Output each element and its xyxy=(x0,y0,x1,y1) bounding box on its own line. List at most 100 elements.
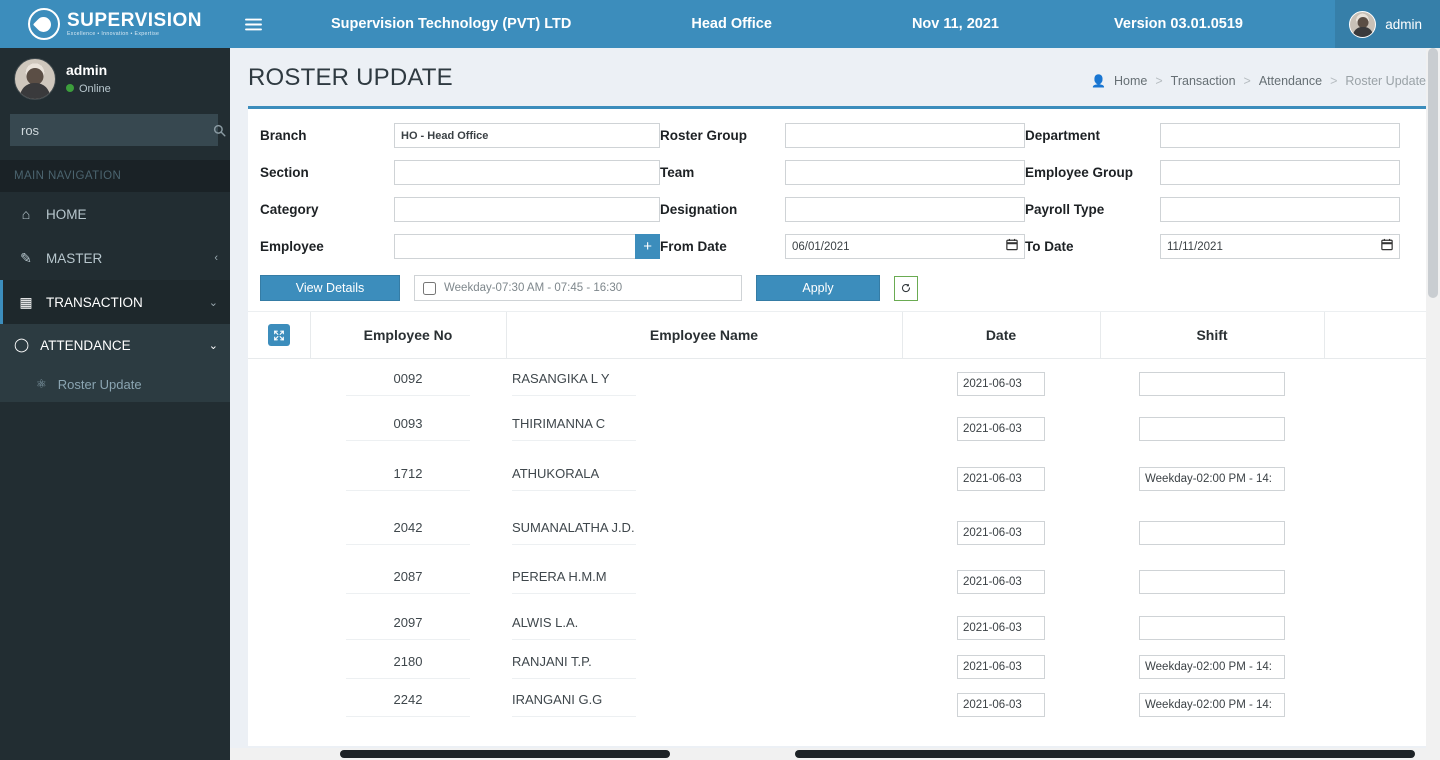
row-spacer-cell xyxy=(248,449,310,509)
team-label: Team xyxy=(660,165,695,180)
roster-group-label: Roster Group xyxy=(660,128,748,143)
breadcrumb-item-attendance[interactable]: Attendance xyxy=(1259,74,1322,88)
shift-input[interactable] xyxy=(1139,692,1285,717)
shift-input[interactable] xyxy=(1139,569,1285,594)
expand-icon[interactable] xyxy=(267,324,290,346)
sidebar-subitem-label: ATTENDANCE xyxy=(40,337,131,353)
date-input[interactable] xyxy=(957,615,1045,640)
column-header-employee-name[interactable]: Employee Name xyxy=(506,312,903,359)
department-label: Department xyxy=(1025,128,1101,143)
date-input[interactable] xyxy=(957,466,1045,491)
column-header-employee-no[interactable]: Employee No xyxy=(310,312,507,359)
breadcrumb-item-transaction[interactable]: Transaction xyxy=(1171,74,1236,88)
to-date-input[interactable] xyxy=(1160,234,1400,259)
search-icon[interactable] xyxy=(207,115,232,145)
team-input[interactable] xyxy=(785,160,1025,185)
sidebar-item-home[interactable]: ⌂ HOME xyxy=(0,192,230,236)
date-input[interactable] xyxy=(957,416,1045,441)
table-row: 0093 THIRIMANNA C xyxy=(248,409,1428,449)
user-icon: 👤 xyxy=(1091,74,1107,88)
sidebar-item-transaction[interactable]: ▦ TRANSACTION ⌄ xyxy=(0,280,230,324)
table-row: 2180 RANJANI T.P. xyxy=(248,649,1428,685)
shift-input[interactable] xyxy=(1139,520,1285,545)
cell-employee-no: 2042 xyxy=(310,509,506,557)
horizontal-scrollbar[interactable] xyxy=(230,748,1426,760)
cell-shift xyxy=(1100,557,1324,607)
shift-input[interactable] xyxy=(1139,466,1285,491)
header-date: Nov 11, 2021 xyxy=(911,16,1000,32)
page-title: ROSTER UPDATE xyxy=(248,64,453,91)
table-row: 2042 SUMANALATHA J.D. xyxy=(248,509,1428,557)
cell-shift xyxy=(1100,649,1324,685)
shift-checkbox[interactable] xyxy=(423,281,436,295)
column-header-shift[interactable]: Shift xyxy=(1100,312,1325,359)
horizontal-scrollbar-thumb[interactable] xyxy=(340,750,670,758)
section-input[interactable] xyxy=(394,160,660,185)
sidebar-user-panel[interactable]: admin Online xyxy=(0,48,230,110)
brand-logo[interactable]: SUPERVISION Excellence • Innovation • Ex… xyxy=(0,0,230,48)
table-row: 2097 ALWIS L.A. xyxy=(248,607,1428,649)
roster-table: Employee No Employee Name Date Shift 009… xyxy=(248,312,1428,725)
cell-date xyxy=(902,685,1100,725)
shift-input[interactable] xyxy=(1139,416,1285,441)
plus-icon[interactable]: + xyxy=(635,234,660,259)
date-input[interactable] xyxy=(957,569,1045,594)
shift-selector-text: Weekday-07:30 AM - 07:45 - 16:30 xyxy=(444,282,623,294)
shift-input[interactable] xyxy=(1139,371,1285,396)
payroll-type-input[interactable] xyxy=(1160,197,1400,222)
row-spacer-cell xyxy=(248,649,310,685)
roster-panel: Branch Roster Group Department Section T… xyxy=(248,106,1428,746)
apply-button[interactable]: Apply xyxy=(756,275,880,301)
sidebar: SUPERVISION Excellence • Innovation • Ex… xyxy=(0,0,230,760)
app-root: SUPERVISION Excellence • Innovation • Ex… xyxy=(0,0,1440,760)
date-input[interactable] xyxy=(957,371,1045,396)
breadcrumb: 👤 Home > Transaction > Attendance > Rost… xyxy=(1091,64,1426,88)
category-label: Category xyxy=(260,202,319,217)
designation-input[interactable] xyxy=(785,197,1025,222)
cell-date xyxy=(902,509,1100,557)
sidebar-item-label: HOME xyxy=(46,206,87,222)
header-user-menu[interactable]: admin xyxy=(1335,0,1440,48)
employee-input[interactable] xyxy=(394,234,636,259)
hamburger-icon[interactable] xyxy=(230,0,276,48)
category-input[interactable] xyxy=(394,197,660,222)
sidebar-username: admin xyxy=(66,62,108,78)
cell-employee-name: IRANGANI G.G xyxy=(506,685,902,725)
employee-group-input[interactable] xyxy=(1160,160,1400,185)
table-body: 0092RASANGIKA L Y0093THIRIMANNA C1712ATH… xyxy=(248,359,1428,725)
cell-extra xyxy=(1324,557,1428,607)
header-username: admin xyxy=(1385,16,1422,32)
shift-selector[interactable]: Weekday-07:30 AM - 07:45 - 16:30 xyxy=(414,275,742,301)
cell-shift xyxy=(1100,409,1324,449)
chevron-left-icon: ‹ xyxy=(214,252,218,264)
designation-label: Designation xyxy=(660,202,738,217)
cell-extra xyxy=(1324,685,1428,725)
refresh-icon[interactable] xyxy=(894,275,918,301)
breadcrumb-separator: > xyxy=(1243,74,1251,88)
date-input[interactable] xyxy=(957,520,1045,545)
department-input[interactable] xyxy=(1160,123,1400,148)
roster-group-input[interactable] xyxy=(785,123,1025,148)
shift-input[interactable] xyxy=(1139,615,1285,640)
row-spacer-cell xyxy=(248,607,310,649)
sidebar-item-roster-update[interactable]: ⚛ Roster Update xyxy=(0,366,230,402)
date-input[interactable] xyxy=(957,654,1045,679)
view-details-button[interactable]: View Details xyxy=(260,275,400,301)
shift-input[interactable] xyxy=(1139,654,1285,679)
vertical-scrollbar-thumb[interactable] xyxy=(1428,48,1438,298)
horizontal-scrollbar-thumb-segment[interactable] xyxy=(795,750,1415,758)
breadcrumb-item-home[interactable]: Home xyxy=(1114,74,1147,88)
sidebar-search[interactable] xyxy=(10,114,226,146)
from-date-input[interactable] xyxy=(785,234,1025,259)
cell-date xyxy=(902,607,1100,649)
sidebar-item-master[interactable]: ✎ MASTER ‹ xyxy=(0,236,230,280)
cell-employee-no: 2097 xyxy=(310,607,506,649)
vertical-scrollbar[interactable] xyxy=(1426,48,1440,760)
branch-input[interactable] xyxy=(394,123,660,148)
search-input[interactable] xyxy=(11,122,207,138)
column-header-date[interactable]: Date xyxy=(902,312,1101,359)
sidebar-item-attendance[interactable]: ◯ ATTENDANCE ⌄ xyxy=(0,324,230,366)
cell-employee-no: 2087 xyxy=(310,557,506,607)
date-input[interactable] xyxy=(957,692,1045,717)
section-label: Section xyxy=(260,165,309,180)
